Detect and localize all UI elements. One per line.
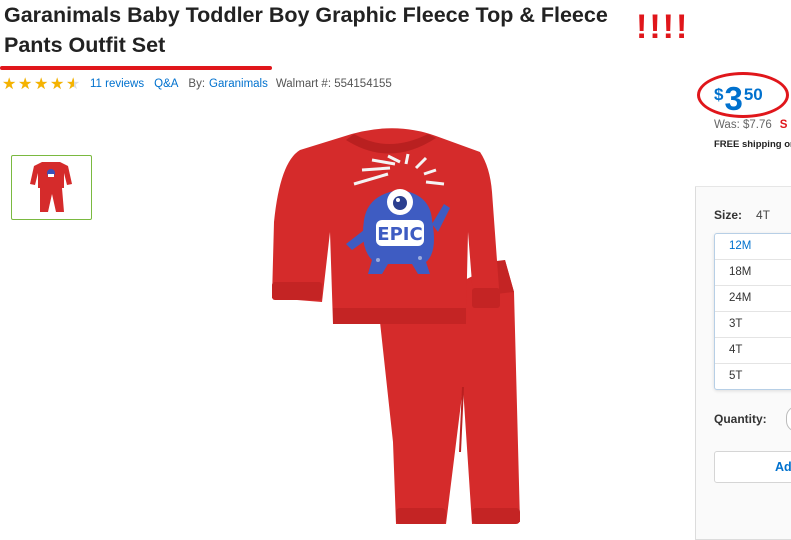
star-icon: ★ ★ xyxy=(50,75,65,93)
thumbnail-outfit-icon xyxy=(30,162,72,212)
star-fill-icon: ★ xyxy=(66,76,74,92)
item-number: Walmart #: 554154155 xyxy=(275,78,392,90)
graphic-epic-text: EPIC xyxy=(377,224,422,245)
brand-by-label: By: xyxy=(188,78,206,90)
size-selected-value: 4T xyxy=(756,208,771,222)
star-fill-icon: ★ xyxy=(18,76,33,92)
size-label: Size: xyxy=(714,208,743,222)
star-icon: ★ ★ xyxy=(2,75,17,93)
was-price-text: Was: $7.76 xyxy=(714,119,772,131)
size-option[interactable]: 12M xyxy=(715,234,791,260)
size-option[interactable]: 4T xyxy=(715,338,791,364)
product-image[interactable]: EPIC xyxy=(260,112,530,527)
add-to-cart-button[interactable]: Ad xyxy=(714,451,791,483)
star-icon: ★ ★ xyxy=(18,75,33,93)
star-fill-icon: ★ xyxy=(50,76,65,92)
annotation-exclamation: !!!! xyxy=(636,8,690,46)
star-icon: ★ ★ xyxy=(34,75,49,93)
product-meta-row: ★ ★ ★ ★ ★ ★ ★ ★ ★ ★ 11 reviews Q&A By: Garanimals… xyxy=(2,74,392,94)
qa-link[interactable]: Q&A xyxy=(154,78,178,90)
rating-stars[interactable]: ★ ★ ★ ★ ★ ★ ★ ★ ★ ★ xyxy=(2,75,82,93)
size-option[interactable]: 5T xyxy=(715,364,791,389)
brand-link[interactable]: Garanimals xyxy=(209,78,268,90)
was-price: Was: $7.76 S xyxy=(714,119,787,131)
product-thumbnail[interactable] xyxy=(11,155,92,220)
annotation-price-circle xyxy=(697,72,789,118)
size-option[interactable]: 3T xyxy=(715,312,791,338)
size-dropdown-list[interactable]: 12M 18M 24M 3T 4T 5T xyxy=(714,233,791,390)
size-option[interactable]: 24M xyxy=(715,286,791,312)
shipping-info: FREE shipping on xyxy=(714,139,791,150)
product-title: Garanimals Baby Toddler Boy Graphic Flee… xyxy=(4,3,608,57)
star-fill-icon: ★ xyxy=(34,76,49,92)
star-fill-icon: ★ xyxy=(2,76,17,92)
star-icon: ★ ★ xyxy=(66,75,81,93)
reviews-link[interactable]: 11 reviews xyxy=(90,78,144,90)
save-amount: S xyxy=(779,119,788,131)
size-option[interactable]: 18M xyxy=(715,260,791,286)
annotation-underline xyxy=(0,66,272,70)
quantity-label: Quantity: xyxy=(714,412,767,426)
